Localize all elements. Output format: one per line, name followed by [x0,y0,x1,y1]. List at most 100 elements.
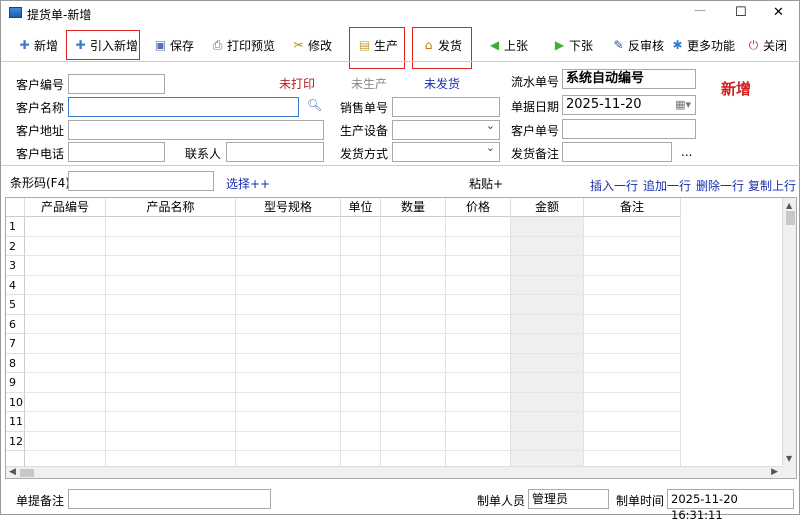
grid-cell[interactable] [25,217,106,237]
horizontal-scrollbar[interactable]: ◀ ▶ [6,466,782,478]
row-header[interactable]: 3 [6,256,25,276]
append-row-link[interactable]: 追加一行 [643,177,691,194]
grid-cell[interactable] [25,236,106,256]
row-header[interactable]: 11 [6,412,25,432]
grid-cell[interactable] [106,353,236,373]
grid-cell[interactable] [25,392,106,412]
grid-cell[interactable] [584,275,681,295]
grid-cell[interactable] [584,236,681,256]
grid-cell[interactable] [341,334,381,354]
customer-order-input[interactable] [562,119,696,139]
column-header[interactable]: 型号规格 [236,198,341,217]
sales-no-input[interactable] [392,97,500,117]
save-button[interactable]: ▣ 保存 [154,33,194,57]
grid-cell[interactable] [341,217,381,237]
grid-cell[interactable] [25,373,106,393]
grid-cell[interactable] [341,392,381,412]
row-header[interactable]: 9 [6,373,25,393]
next-button[interactable]: ▶ 下张 [553,33,593,57]
grid-cell[interactable] [25,334,106,354]
grid-cell[interactable] [446,275,511,295]
contact-input[interactable] [226,142,324,162]
grid-cell[interactable] [584,412,681,432]
grid-cell[interactable] [381,295,446,315]
grid-cell[interactable] [381,431,446,451]
paste-link[interactable]: 粘贴+ [469,175,503,192]
vertical-scrollbar[interactable]: ▲ ▼ [782,198,796,466]
customer-address-input[interactable] [68,120,324,140]
grid-cell[interactable] [236,314,341,334]
print-preview-button[interactable]: ⎙ 打印预览 [211,33,275,57]
grid-cell[interactable] [106,275,236,295]
grid-cell[interactable] [106,334,236,354]
more-button[interactable]: ✱ 更多功能 [671,33,735,57]
grid-cell[interactable] [236,236,341,256]
product-grid[interactable]: 产品编号 产品名称 型号规格 单位 数量 价格 金额 备注 1 2 3 4 5 6 7 8 9 10 11 12 ▲ … [5,197,797,479]
grid-cell[interactable] [511,314,584,334]
grid-cell[interactable] [511,334,584,354]
grid-cell[interactable] [236,275,341,295]
delete-row-link[interactable]: 删除一行 [696,177,744,194]
row-header[interactable]: 5 [6,295,25,315]
grid-cell[interactable] [511,373,584,393]
grid-cell[interactable] [584,295,681,315]
grid-cell[interactable] [106,373,236,393]
ship-note-input[interactable] [562,142,672,162]
grid-cell[interactable] [381,353,446,373]
grid-cell[interactable] [446,256,511,276]
unaudit-button[interactable]: ✎ 反审核 [612,33,664,57]
grid-cell[interactable] [381,275,446,295]
grid-cell[interactable] [341,431,381,451]
grid-cell[interactable] [446,412,511,432]
grid-cell[interactable] [381,314,446,334]
grid-cell[interactable] [25,412,106,432]
more-button[interactable]: ... [681,145,692,159]
edit-button[interactable]: ✂ 修改 [292,33,332,57]
grid-cell[interactable] [341,353,381,373]
grid-cell[interactable] [381,412,446,432]
grid-cell[interactable] [584,256,681,276]
grid-cell[interactable] [511,412,584,432]
grid-cell[interactable] [511,392,584,412]
grid-cell[interactable] [236,217,341,237]
grid-cell[interactable] [236,392,341,412]
grid-cell[interactable] [106,236,236,256]
grid-cell[interactable] [511,236,584,256]
grid-cell[interactable] [446,334,511,354]
grid-cell[interactable] [106,217,236,237]
grid-cell[interactable] [446,373,511,393]
grid-cell[interactable] [106,431,236,451]
grid-cell[interactable] [446,314,511,334]
grid-cell[interactable] [106,256,236,276]
grid-cell[interactable] [381,334,446,354]
grid-cell[interactable] [511,353,584,373]
ship-method-select[interactable] [392,140,500,162]
close-button[interactable]: ⏻ 关闭 [747,33,787,57]
row-header[interactable]: 7 [6,334,25,354]
grid-cell[interactable] [381,236,446,256]
select-products-link[interactable]: 选择++ [226,175,270,192]
row-header[interactable]: 2 [6,236,25,256]
grid-cell[interactable] [236,412,341,432]
search-icon[interactable]: 🔍︎ [307,98,322,112]
prev-button[interactable]: ◀ 上张 [488,33,528,57]
grid-cell[interactable] [25,295,106,315]
grid-cell[interactable] [25,353,106,373]
grid-cell[interactable] [341,314,381,334]
grid-cell[interactable] [106,314,236,334]
row-header[interactable]: 4 [6,275,25,295]
grid-cell[interactable] [341,373,381,393]
barcode-input[interactable] [68,171,214,191]
grid-cell[interactable] [341,412,381,432]
customer-no-input[interactable] [68,74,165,94]
close-window-button[interactable]: ✕ [773,5,784,20]
grid-cell[interactable] [511,217,584,237]
row-header[interactable]: 1 [6,217,25,237]
grid-cell[interactable] [446,236,511,256]
column-header[interactable]: 金额 [511,198,584,217]
grid-cell[interactable] [584,217,681,237]
grid-cell[interactable] [584,431,681,451]
grid-cell[interactable] [236,431,341,451]
equipment-select[interactable] [392,118,500,140]
grid-cell[interactable] [446,295,511,315]
